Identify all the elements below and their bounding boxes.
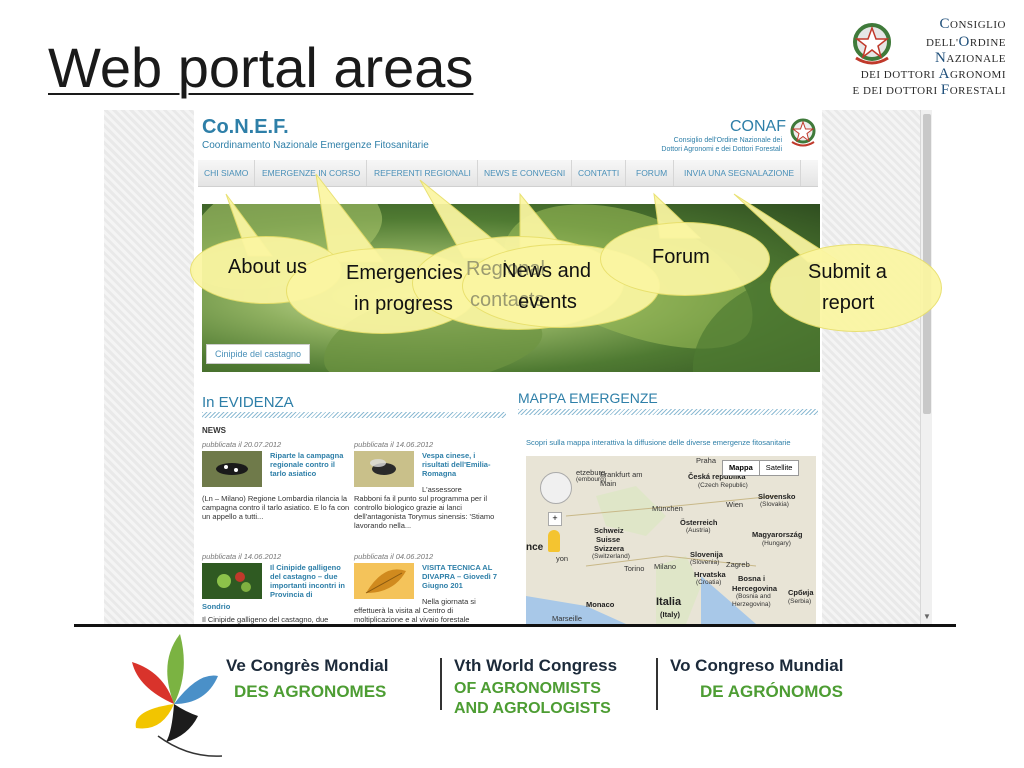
emergencies-label-1: Emergencies (346, 262, 463, 284)
congress-es-line2: DE AGRÓNOMOS (700, 682, 843, 701)
congress-fr-line1: Ve Congrès Mondial (226, 656, 389, 675)
congress-es-line1: Vo Congreso Mundial (670, 656, 844, 675)
news-label-1: News and (502, 260, 591, 282)
submit-label-1: Submit a (808, 261, 887, 283)
congress-logo-icon (132, 634, 223, 757)
forum-label: Forum (652, 246, 710, 268)
congress-fr-line2: DES AGRONOMES (234, 682, 387, 701)
congress-separator (440, 658, 442, 710)
congress-en-line3: AND AGROLOGISTS (454, 700, 611, 717)
congress-en-line2: OF AGRONOMISTS (454, 680, 601, 697)
congress-en-line1: Vth World Congress (454, 656, 618, 675)
news-label-2: events (518, 291, 577, 313)
footer-divider (74, 624, 956, 627)
submit-label-2: report (822, 292, 875, 314)
about-us-label: About us (228, 256, 307, 278)
congress-separator (656, 658, 658, 710)
emergencies-label-2: in progress (354, 293, 453, 315)
